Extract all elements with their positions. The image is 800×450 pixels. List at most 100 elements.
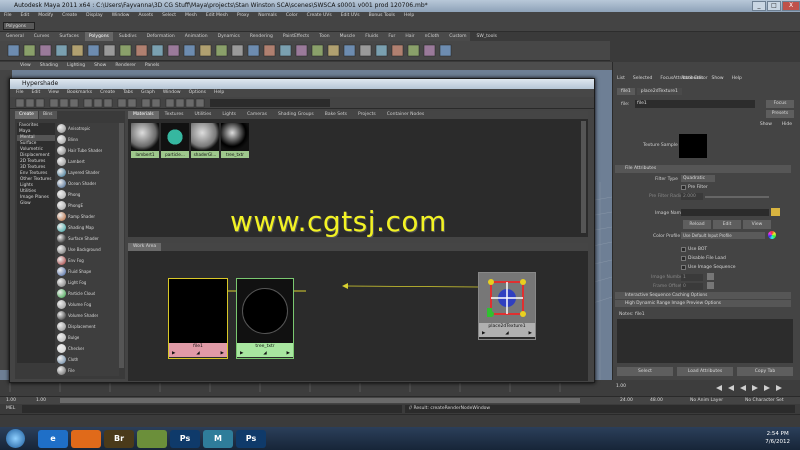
load-attributes-button[interactable]: Load Attributes xyxy=(677,367,733,376)
node-type-layered-shader[interactable]: Layered Shader xyxy=(57,167,119,178)
node-type-displacement[interactable]: Displacement xyxy=(57,321,119,332)
tab-place2dtexture1[interactable]: place2dTexture1 xyxy=(636,88,682,95)
start-button[interactable] xyxy=(6,429,25,448)
section-file-attributes[interactable]: File Attributes xyxy=(615,165,791,173)
color-wheel-icon[interactable] xyxy=(768,231,776,239)
shelf-tab-animation[interactable]: Animation xyxy=(181,32,212,41)
anim-layer[interactable]: No Anim Layer xyxy=(690,397,723,404)
hypershade-menu-file[interactable]: File xyxy=(16,89,24,97)
presets-button[interactable]: Presets xyxy=(766,110,794,118)
end-time[interactable]: 48.00 xyxy=(650,397,663,404)
menu-file[interactable]: File xyxy=(4,12,12,20)
tab-lights[interactable]: Lights xyxy=(217,111,241,119)
command-input[interactable] xyxy=(22,405,402,413)
tab-create[interactable]: Create xyxy=(15,111,38,119)
node-ports[interactable]: ▶ ◢ ▶ xyxy=(237,350,293,357)
menu-help[interactable]: Help xyxy=(404,12,414,20)
section-hdr-preview[interactable]: High Dynamic Range Image Preview Options xyxy=(615,300,791,307)
tab-shading-groups[interactable]: Shading Groups xyxy=(273,111,319,119)
pre-filter-checkbox[interactable] xyxy=(681,185,686,190)
character-set[interactable]: No Character Set xyxy=(745,397,784,404)
node-type-ramp-shader[interactable]: Ramp Shader xyxy=(57,211,119,222)
node-ports[interactable]: ▶ ◢ ▶ xyxy=(169,350,227,357)
pre-filter-radius-slider[interactable] xyxy=(705,196,769,198)
node-type-fluid-shape[interactable]: Fluid Shape xyxy=(57,266,119,277)
material-swatch-tree-txtr[interactable]: tree_txtr xyxy=(221,123,249,161)
node-name-field[interactable]: file1 xyxy=(635,100,755,108)
filter-type-dropdown[interactable]: Quadratic xyxy=(681,175,715,182)
hypershade-menu-view[interactable]: View xyxy=(48,89,59,97)
menu-color[interactable]: Color xyxy=(286,12,298,20)
node-type-shading-map[interactable]: Shading Map xyxy=(57,222,119,233)
start-time[interactable]: 1.00 xyxy=(6,397,16,404)
node-type-volume-shader[interactable]: Volume Shader xyxy=(57,310,119,321)
node-type-volume-fog[interactable]: Volume Fog xyxy=(57,299,119,310)
hypershade-menu-edit[interactable]: Edit xyxy=(32,89,41,97)
menu-modify[interactable]: Modify xyxy=(38,12,53,20)
taskbar-app-3[interactable] xyxy=(137,430,167,448)
tab-utilities[interactable]: Utilities xyxy=(189,111,216,119)
material-swatch-particle[interactable]: particle... xyxy=(161,123,189,161)
node-file1[interactable]: file1 ▶ ◢ ▶ xyxy=(168,278,228,359)
ae-menu-selected[interactable]: Selected xyxy=(633,76,653,81)
menu-proxy[interactable]: Proxy xyxy=(237,12,249,20)
minimize-button[interactable]: _ xyxy=(752,1,766,11)
viewport-menu-renderer[interactable]: Renderer xyxy=(115,62,136,70)
shelf-tab-polygons[interactable]: Polygons xyxy=(84,32,113,41)
show-button[interactable]: Show xyxy=(760,122,772,127)
viewport-menu-show[interactable]: Show xyxy=(94,62,106,70)
image-number-field[interactable]: 1 xyxy=(681,274,703,281)
menu-assets[interactable]: Assets xyxy=(138,12,153,20)
tab-container-nodes[interactable]: Container Nodes xyxy=(382,111,430,119)
viewport-menu-shading[interactable]: Shading xyxy=(40,62,58,70)
copy-tab-button[interactable]: Copy Tab xyxy=(737,367,793,376)
menu-select[interactable]: Select xyxy=(162,12,176,20)
menu-edit-uvs[interactable]: Edit UVs xyxy=(341,12,360,20)
reload-button[interactable]: Reload xyxy=(683,220,711,229)
node-type-anisotropic[interactable]: Anisotropic xyxy=(57,123,119,134)
node-type-checker[interactable]: Checker xyxy=(57,343,119,354)
work-area[interactable]: Work Area file1 ▶ ◢ ▶ tree_txtr ▶ ◢ ▶ pl… xyxy=(128,243,588,381)
menu-normals[interactable]: Normals xyxy=(258,12,277,20)
key-icon-2[interactable] xyxy=(707,282,714,289)
shelf-tab-painteffects[interactable]: PaintEffects xyxy=(279,32,313,41)
select-button[interactable]: Select xyxy=(617,367,673,376)
taskbar-app-1[interactable] xyxy=(71,430,101,448)
ae-menu-focus[interactable]: Focus xyxy=(660,76,673,81)
mode-selector[interactable]: Polygons xyxy=(3,22,35,30)
range-slider-bar[interactable] xyxy=(60,398,580,403)
menu-edit-mesh[interactable]: Edit Mesh xyxy=(206,12,228,20)
node-type-blinn[interactable]: Blinn xyxy=(57,134,119,145)
viewport-menu-lighting[interactable]: Lighting xyxy=(67,62,85,70)
menu-bonus-tools[interactable]: Bonus Tools xyxy=(369,12,395,20)
ae-menu-attributes[interactable]: Attributes xyxy=(681,76,703,81)
shelf-tab-rendering[interactable]: Rendering xyxy=(246,32,277,41)
edit-button[interactable]: Edit xyxy=(713,220,741,229)
menu-window[interactable]: Window xyxy=(112,12,130,20)
menu-edit[interactable]: Edit xyxy=(21,12,30,20)
focus-button[interactable]: Focus xyxy=(766,100,794,108)
shelf-tab-deformation[interactable]: Deformation xyxy=(143,32,179,41)
tab-bins[interactable]: Bins xyxy=(38,111,57,119)
use-image-sequence-checkbox[interactable] xyxy=(681,265,686,270)
node-type-light-fog[interactable]: Light Fog xyxy=(57,277,119,288)
hypershade-menu-create[interactable]: Create xyxy=(100,89,115,97)
material-swatch-shadergl[interactable]: shaderGl... xyxy=(191,123,219,161)
node-type-cloth[interactable]: Cloth xyxy=(57,354,119,365)
shelf-tab-muscle[interactable]: Muscle xyxy=(336,32,360,41)
node-type-ocean-shader[interactable]: Ocean Shader xyxy=(57,178,119,189)
notes-field[interactable] xyxy=(617,319,793,363)
node-type-bulge[interactable]: Bulge xyxy=(57,332,119,343)
viewport-menu-panels[interactable]: Panels xyxy=(145,62,159,70)
hypershade-menu-bookmarks[interactable]: Bookmarks xyxy=(67,89,92,97)
ae-menu-list[interactable]: List xyxy=(617,76,625,81)
node-place2dtexture1[interactable]: place2dTexture1 ▶ ◢ ▶ xyxy=(478,272,536,340)
ae-menu-help[interactable]: Help xyxy=(732,76,742,81)
materials-scrollbar[interactable] xyxy=(581,121,586,233)
node-type-phong[interactable]: Phong xyxy=(57,189,119,200)
close-button[interactable]: X xyxy=(782,1,800,11)
range-end[interactable]: 24.00 xyxy=(620,397,633,404)
material-swatch-lambert1[interactable]: lambert1 xyxy=(131,123,159,161)
shelf-tab-toon[interactable]: Toon xyxy=(315,32,333,41)
shelf-tab-surfaces[interactable]: Surfaces xyxy=(55,32,83,41)
